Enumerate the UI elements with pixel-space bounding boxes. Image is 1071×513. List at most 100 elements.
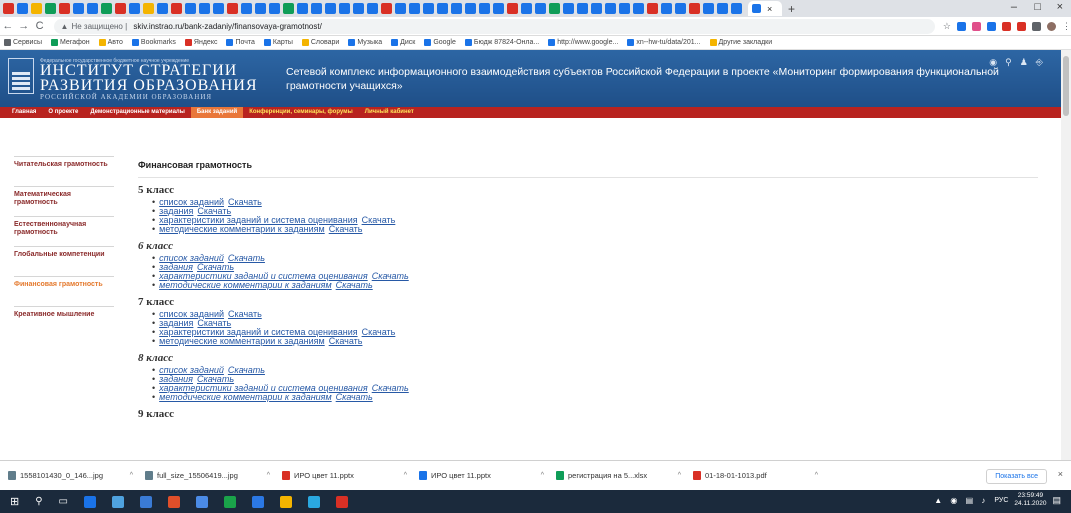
sidebar-item-reading[interactable]: Читательская грамотность (14, 156, 114, 186)
download-link[interactable]: Скачать (228, 309, 262, 319)
tab-favicon-icon[interactable] (409, 3, 420, 14)
tab-favicon-icon[interactable] (647, 3, 658, 14)
extension-icon[interactable] (1032, 21, 1041, 31)
tab-favicon-icon[interactable] (87, 3, 98, 14)
extension-icon[interactable] (972, 21, 981, 31)
tab-favicon-icon[interactable] (353, 3, 364, 14)
taskbar-app-icon[interactable] (140, 495, 152, 508)
taskbar-app-icon[interactable] (196, 495, 208, 508)
tab-favicon-icon[interactable] (451, 3, 462, 14)
tab-favicon-icon[interactable] (507, 3, 518, 14)
tab-active[interactable]: × (748, 1, 782, 16)
chevron-up-icon[interactable]: ^ (130, 472, 133, 479)
forward-icon[interactable]: → (16, 20, 32, 32)
accessibility-icon[interactable]: ◉ (989, 57, 997, 68)
nav-personal-cabinet[interactable]: Личный кабинет (359, 107, 420, 118)
scrollbar-thumb[interactable] (1063, 56, 1069, 116)
tab-favicon-icon[interactable] (269, 3, 280, 14)
tab-favicon-icon[interactable] (185, 3, 196, 14)
bookmark-item[interactable]: Bookmarks (131, 39, 176, 46)
bookmark-item[interactable]: Google (424, 39, 456, 46)
logo-line-2[interactable]: РАЗВИТИЯ ОБРАЗОВАНИЯ (40, 78, 258, 94)
institute-logo-icon[interactable] (8, 58, 34, 94)
nav-about[interactable]: О проекте (42, 107, 84, 118)
tab-favicon-icon[interactable] (535, 3, 546, 14)
menu-icon[interactable]: ⋮ (1062, 21, 1071, 32)
minimize-button[interactable]: – (1011, 1, 1017, 13)
tab-favicon-icon[interactable] (479, 3, 490, 14)
tab-favicon-icon[interactable] (31, 3, 42, 14)
bookmark-item[interactable]: Яндекс (184, 39, 217, 46)
tab-favicon-icon[interactable] (493, 3, 504, 14)
sidebar-item-creative[interactable]: Креативное мышление (14, 306, 114, 336)
bookmark-item[interactable]: Почта (226, 39, 255, 46)
tab-favicon-icon[interactable] (381, 3, 392, 14)
tab-favicon-icon[interactable] (605, 3, 616, 14)
bookmark-item[interactable]: Диск (391, 39, 415, 46)
tab-favicon-icon[interactable] (717, 3, 728, 14)
tab-favicon-icon[interactable] (395, 3, 406, 14)
vertical-scrollbar[interactable] (1061, 50, 1071, 460)
tab-favicon-icon[interactable] (311, 3, 322, 14)
tab-close-icon[interactable]: × (767, 4, 772, 14)
notifications-icon[interactable]: ▤ (1052, 495, 1061, 506)
sidebar-item-science[interactable]: Естественнонаучная грамотность (14, 216, 114, 246)
tab-favicon-icon[interactable] (703, 3, 714, 14)
download-link[interactable]: Скачать (329, 224, 363, 234)
tab-favicon-icon[interactable] (283, 3, 294, 14)
sidebar-item-math[interactable]: Математическая грамотность (14, 186, 114, 216)
material-link[interactable]: методические комментарии к заданиям (159, 280, 332, 290)
address-bar[interactable]: ▲ Не защищено | skiv.instrao.ru/bank-zad… (53, 18, 935, 34)
maximize-button[interactable]: □ (1034, 1, 1041, 13)
clock[interactable]: 23:59:49 24.11.2020 (1014, 492, 1046, 508)
tab-favicon-icon[interactable] (297, 3, 308, 14)
tab-favicon-icon[interactable] (633, 3, 644, 14)
tab-favicon-icon[interactable] (73, 3, 84, 14)
profile-avatar[interactable] (1047, 21, 1056, 31)
extension-icon[interactable] (957, 21, 966, 31)
tab-favicon-icon[interactable] (661, 3, 672, 14)
chevron-up-icon[interactable]: ^ (541, 472, 544, 479)
tab-favicon-icon[interactable] (465, 3, 476, 14)
nav-task-bank[interactable]: Банк заданий (190, 107, 244, 118)
tab-favicon-icon[interactable] (689, 3, 700, 14)
bookmark-item[interactable]: Авто (98, 39, 123, 46)
start-icon[interactable]: ⊞ (10, 495, 19, 508)
chevron-up-icon[interactable]: ^ (404, 472, 407, 479)
taskbar-app-icon[interactable] (308, 495, 320, 508)
taskbar-app-icon[interactable] (168, 495, 180, 508)
tab-favicon-icon[interactable] (675, 3, 686, 14)
tab-favicon-icon[interactable] (129, 3, 140, 14)
tab-favicon-icon[interactable] (17, 3, 28, 14)
bookmark-item[interactable]: http://www.google... (548, 39, 618, 46)
star-icon[interactable]: ☆ (943, 21, 951, 32)
tab-favicon-icon[interactable] (143, 3, 154, 14)
bookmark-item[interactable]: xn--hw-tu/data/201... (627, 39, 701, 46)
search-icon[interactable]: ⚲ (1005, 57, 1012, 68)
tab-favicon-icon[interactable] (731, 3, 742, 14)
tab-favicon-icon[interactable] (241, 3, 252, 14)
bookmark-item[interactable]: Мегафон (51, 39, 90, 46)
tab-favicon-icon[interactable] (339, 3, 350, 14)
tab-favicon-icon[interactable] (325, 3, 336, 14)
close-downloads-icon[interactable]: × (1058, 469, 1063, 479)
download-link[interactable]: Скачать (362, 327, 396, 337)
extension-icon[interactable] (1017, 21, 1026, 31)
chevron-up-icon[interactable]: ^ (267, 472, 270, 479)
new-tab-button[interactable]: + (788, 2, 795, 16)
download-link[interactable]: Скачать (372, 383, 409, 393)
tab-favicon-icon[interactable] (115, 3, 126, 14)
download-link[interactable]: Скачать (372, 271, 409, 281)
tab-favicon-icon[interactable] (367, 3, 378, 14)
download-item[interactable]: регистрация на 5...xlsx ^ (556, 471, 693, 480)
tab-favicon-icon[interactable] (227, 3, 238, 14)
sidebar-item-financial[interactable]: Финансовая грамотность (14, 276, 114, 306)
tab-favicon-icon[interactable] (619, 3, 630, 14)
bookmark-item[interactable]: Бюдж 87824-Онла... (464, 39, 539, 46)
tab-favicon-icon[interactable] (591, 3, 602, 14)
language-indicator[interactable]: РУС (994, 497, 1008, 504)
tab-favicon-icon[interactable] (213, 3, 224, 14)
bookmark-item[interactable]: Другие закладки (709, 39, 772, 46)
bookmark-item[interactable]: Словари (301, 39, 339, 46)
task-view-icon[interactable]: ▭ (59, 496, 68, 507)
